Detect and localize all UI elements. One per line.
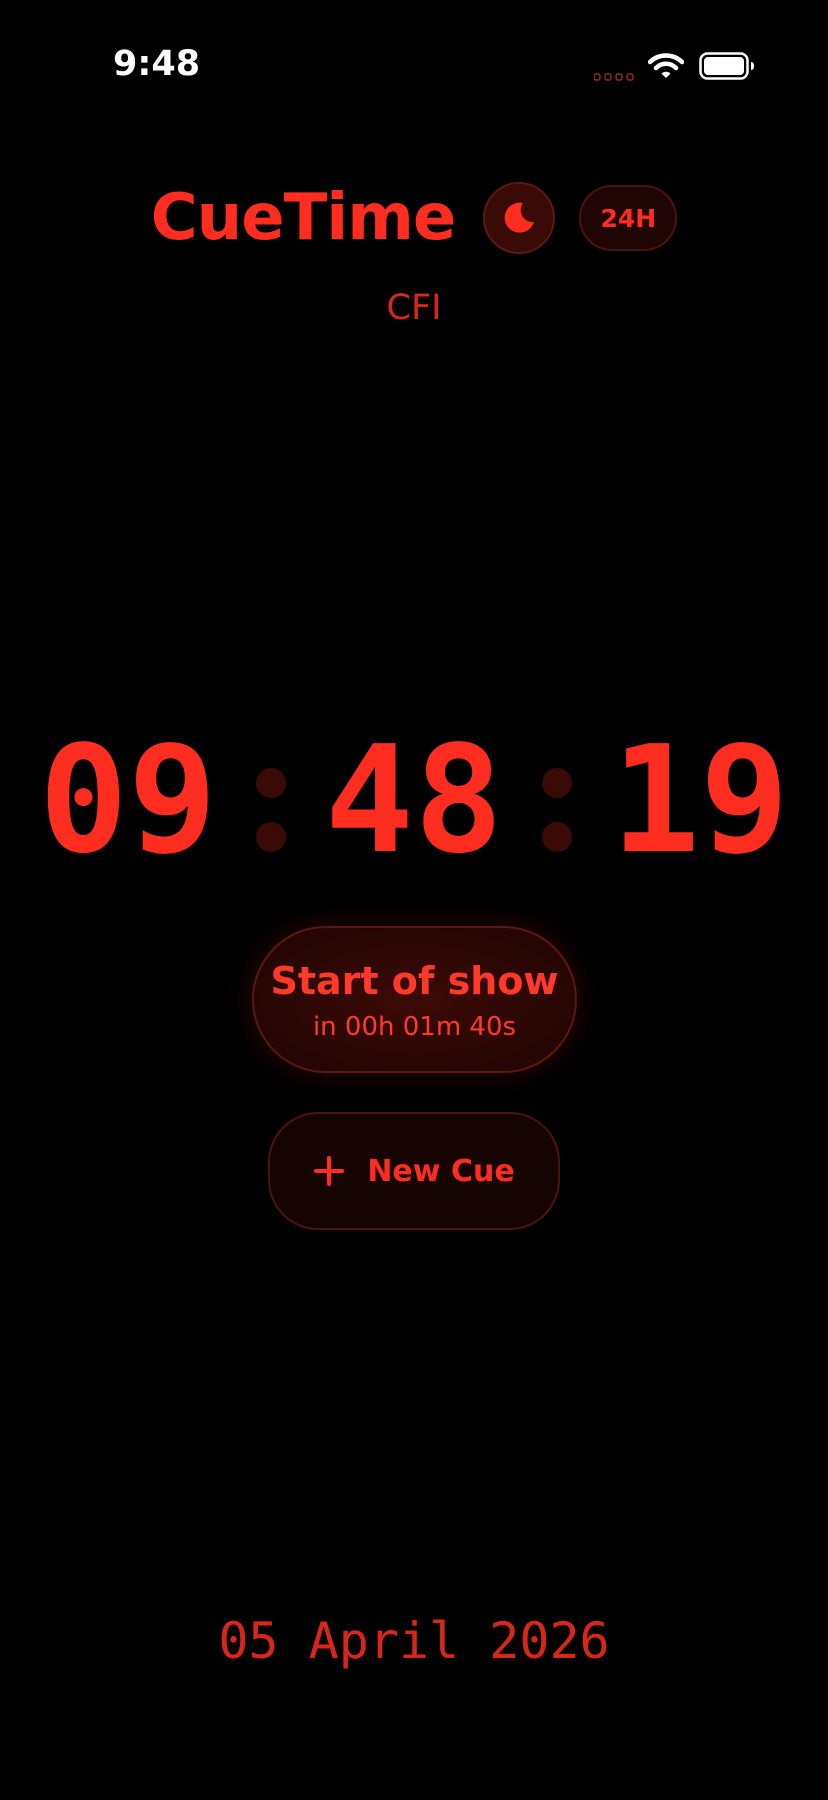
next-cue-countdown: in 00h 01m 40s <box>312 1011 517 1042</box>
signal-icon <box>594 73 634 81</box>
clock-separator <box>256 768 286 868</box>
header: CueTime 24H <box>0 178 828 258</box>
app-title: CueTime <box>150 181 457 255</box>
new-cue-button[interactable]: New Cue <box>268 1112 560 1230</box>
time-format-toggle[interactable]: 24H <box>579 185 678 251</box>
plus-icon <box>314 1156 345 1186</box>
battery-icon <box>699 52 754 80</box>
status-time: 9:48 <box>113 44 201 84</box>
clock-display: 09 48 19 <box>0 720 828 880</box>
night-mode-button[interactable] <box>483 182 556 254</box>
wifi-icon <box>648 53 684 78</box>
clock-hours: 09 <box>38 714 218 886</box>
clock-seconds: 19 <box>610 714 790 886</box>
new-cue-label: New Cue <box>367 1153 515 1189</box>
clock-separator <box>542 768 572 868</box>
clock-minutes: 48 <box>324 714 504 886</box>
status-bar: 9:48 <box>0 0 828 130</box>
show-subtitle: CFI <box>386 288 442 328</box>
moon-icon <box>504 202 535 233</box>
next-cue-title: Start of show <box>270 958 559 1003</box>
date-display: 05 April 2026 <box>218 1612 610 1670</box>
next-cue-pill[interactable]: Start of show in 00h 01m 40s <box>252 926 577 1073</box>
